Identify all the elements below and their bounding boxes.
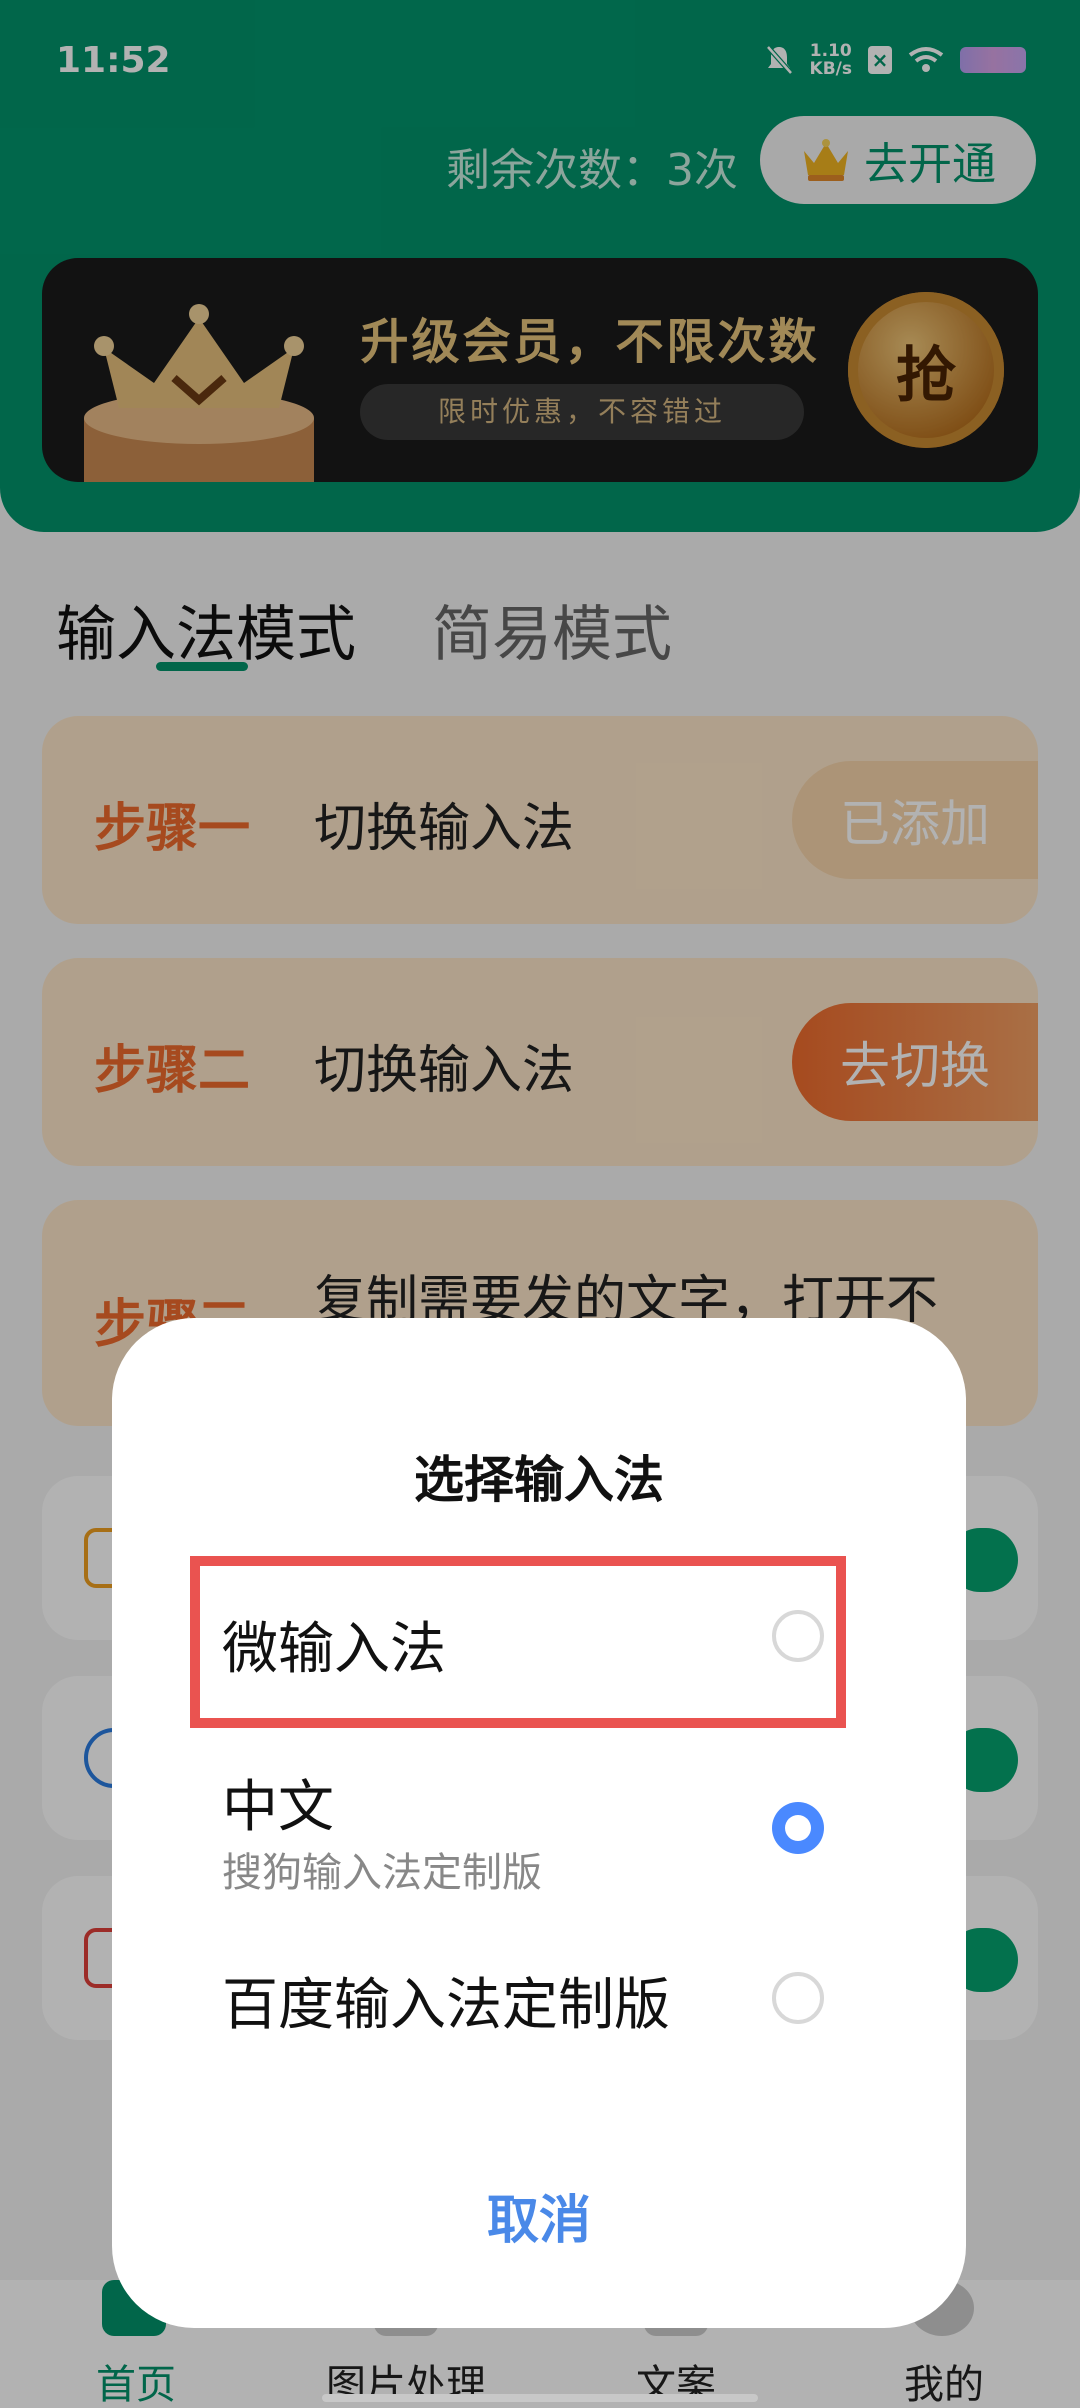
radio-wei-input-method[interactable] bbox=[772, 1610, 824, 1662]
radio-baidu-input-method[interactable] bbox=[772, 1972, 824, 2024]
option-chinese[interactable]: 中文 bbox=[222, 1762, 334, 1843]
home-indicator bbox=[322, 2394, 758, 2402]
option-chinese-sublabel: 搜狗输入法定制版 bbox=[222, 1850, 542, 1896]
option-baidu-input-method[interactable]: 百度输入法定制版 bbox=[222, 1960, 670, 2041]
dialog-title: 选择输入法 bbox=[414, 1451, 664, 1509]
radio-chinese[interactable] bbox=[772, 1802, 824, 1854]
option-wei-input-method[interactable]: 微输入法 bbox=[222, 1604, 446, 1685]
input-method-dialog: 选择输入法 微输入法 中文 搜狗输入法定制版 百度输入法定制版 取消 bbox=[112, 1318, 966, 2328]
cancel-button[interactable]: 取消 bbox=[112, 2178, 966, 2253]
